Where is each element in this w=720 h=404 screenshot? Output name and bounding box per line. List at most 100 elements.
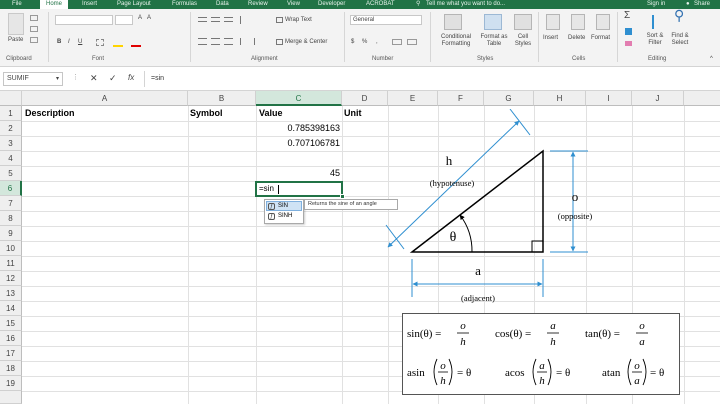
align-middle-icon[interactable] <box>211 17 220 22</box>
insert-function-button[interactable]: fx <box>128 74 134 82</box>
share-icon[interactable]: ● <box>686 0 690 9</box>
cell-styles-button[interactable]: Cell Styles <box>510 34 536 48</box>
decrease-decimal-icon[interactable] <box>407 39 417 45</box>
row-header-3[interactable]: 3 <box>0 136 22 151</box>
row-header-17[interactable]: 17 <box>0 346 22 361</box>
column-header-c[interactable]: C <box>256 91 342 106</box>
autocomplete-list[interactable]: ƒ SIN ƒ SINH <box>264 199 304 224</box>
format-painter-icon[interactable] <box>30 37 38 43</box>
bold-icon[interactable]: B <box>57 38 61 46</box>
worksheet-grid[interactable]: A B C D E F G H I J 1 2 3 4 5 6 7 8 9 10… <box>0 91 720 404</box>
find-select-icon[interactable]: ⚲ <box>674 8 684 22</box>
increase-decimal-icon[interactable] <box>392 39 402 45</box>
tab-view[interactable]: View <box>287 0 300 9</box>
tab-acrobat[interactable]: ACROBAT <box>366 0 395 9</box>
row-header-4[interactable]: 4 <box>0 151 22 166</box>
autocomplete-item-sinh[interactable]: ƒ SINH <box>266 212 302 222</box>
cell-c1[interactable]: Value <box>259 106 283 121</box>
column-header-a[interactable]: A <box>22 91 188 106</box>
cell-c2[interactable]: 0.785398163 <box>256 121 340 136</box>
italic-icon[interactable]: I <box>68 38 70 46</box>
comma-style-icon[interactable]: , <box>376 38 378 46</box>
row-header-8[interactable]: 8 <box>0 211 22 226</box>
wrap-text-icon[interactable] <box>276 17 283 23</box>
select-all-corner[interactable] <box>0 91 22 106</box>
insert-button[interactable]: Insert <box>543 34 558 42</box>
align-bottom-icon[interactable] <box>224 17 233 22</box>
insert-cells-icon[interactable] <box>546 14 560 30</box>
number-format-dropdown[interactable]: General <box>350 15 422 25</box>
cell-c3[interactable]: 0.707106781 <box>256 136 340 151</box>
tab-insert[interactable]: Insert <box>82 0 97 9</box>
shrink-font-icon[interactable]: A <box>147 14 151 22</box>
row-header-13[interactable]: 13 <box>0 286 22 301</box>
name-box-dropdown-icon[interactable]: ▾ <box>56 75 59 83</box>
name-box[interactable]: SUMIF ▾ <box>3 72 63 86</box>
cell-a1[interactable]: Description <box>25 106 75 121</box>
increase-indent-icon[interactable] <box>254 38 263 45</box>
tab-review[interactable]: Review <box>248 0 268 9</box>
formula-input[interactable]: =sin <box>144 71 712 87</box>
cell-c5[interactable]: 45 <box>256 166 340 181</box>
active-cell-c6[interactable]: =sin <box>255 181 343 197</box>
enter-icon[interactable]: ✓ <box>109 74 117 83</box>
column-header-e[interactable]: E <box>388 91 438 106</box>
column-header-j[interactable]: J <box>632 91 684 106</box>
find-select-button[interactable]: Find & Select <box>668 33 692 47</box>
align-right-icon[interactable] <box>224 38 233 45</box>
sort-filter-icon[interactable] <box>652 15 664 29</box>
tab-developer[interactable]: Developer <box>318 0 345 9</box>
column-header-f[interactable]: F <box>438 91 484 106</box>
conditional-formatting-button[interactable]: Conditional Formatting <box>436 34 476 48</box>
row-header-6[interactable]: 6 <box>0 181 22 196</box>
delete-button[interactable]: Delete <box>568 34 585 42</box>
column-header-g[interactable]: G <box>484 91 534 106</box>
wrap-text-button[interactable]: Wrap Text <box>285 16 312 24</box>
tab-data[interactable]: Data <box>216 0 229 9</box>
row-header-19[interactable]: 19 <box>0 376 22 391</box>
font-name-box[interactable] <box>55 15 113 25</box>
conditional-formatting-icon[interactable] <box>444 14 462 30</box>
row-header-2[interactable]: 2 <box>0 121 22 136</box>
merge-center-icon[interactable] <box>276 39 283 45</box>
tab-file[interactable]: File <box>12 0 22 9</box>
row-header-10[interactable]: 10 <box>0 241 22 256</box>
column-header-k[interactable] <box>684 91 720 106</box>
format-as-table-button[interactable]: Format as Table <box>478 34 510 48</box>
merge-center-button[interactable]: Merge & Center <box>285 38 327 46</box>
tab-formulas[interactable]: Formulas <box>172 0 197 9</box>
tab-page-layout[interactable]: Page Layout <box>117 0 151 9</box>
align-left-icon[interactable] <box>198 38 207 45</box>
row-header-5[interactable]: 5 <box>0 166 22 181</box>
align-top-icon[interactable] <box>198 17 207 22</box>
currency-icon[interactable]: $ <box>351 38 354 46</box>
column-header-i[interactable]: I <box>586 91 632 106</box>
share-button[interactable]: Share <box>694 0 710 9</box>
percent-icon[interactable]: % <box>362 38 367 46</box>
sign-in-link[interactable]: Sign in <box>647 0 665 9</box>
format-cells-icon[interactable] <box>596 14 610 30</box>
tell-me-box[interactable]: Tell me what you want to do... <box>426 0 505 9</box>
sort-filter-button[interactable]: Sort & Filter <box>644 33 666 47</box>
decrease-indent-icon[interactable] <box>240 38 249 45</box>
cell-b1[interactable]: Symbol <box>190 106 223 121</box>
row-header-16[interactable]: 16 <box>0 331 22 346</box>
row-header-1[interactable]: 1 <box>0 106 22 121</box>
underline-icon[interactable]: U <box>78 38 82 46</box>
align-center-icon[interactable] <box>211 38 220 45</box>
tab-home[interactable]: Home <box>40 0 69 9</box>
row-header-14[interactable]: 14 <box>0 301 22 316</box>
tell-me-icon[interactable]: ⚲ <box>416 0 420 9</box>
fill-icon[interactable] <box>625 28 632 35</box>
cell-d1[interactable]: Unit <box>344 106 362 121</box>
paste-button[interactable]: Paste <box>8 36 23 44</box>
format-as-table-icon[interactable] <box>484 14 502 30</box>
row-header-18[interactable]: 18 <box>0 361 22 376</box>
delete-cells-icon[interactable] <box>571 14 585 30</box>
row-header-20[interactable] <box>0 391 22 404</box>
cell-styles-icon[interactable] <box>514 14 532 30</box>
font-color-icon[interactable] <box>131 45 141 47</box>
column-header-h[interactable]: H <box>534 91 586 106</box>
autosum-icon[interactable]: Σ <box>624 11 630 21</box>
paste-icon[interactable] <box>8 13 24 35</box>
